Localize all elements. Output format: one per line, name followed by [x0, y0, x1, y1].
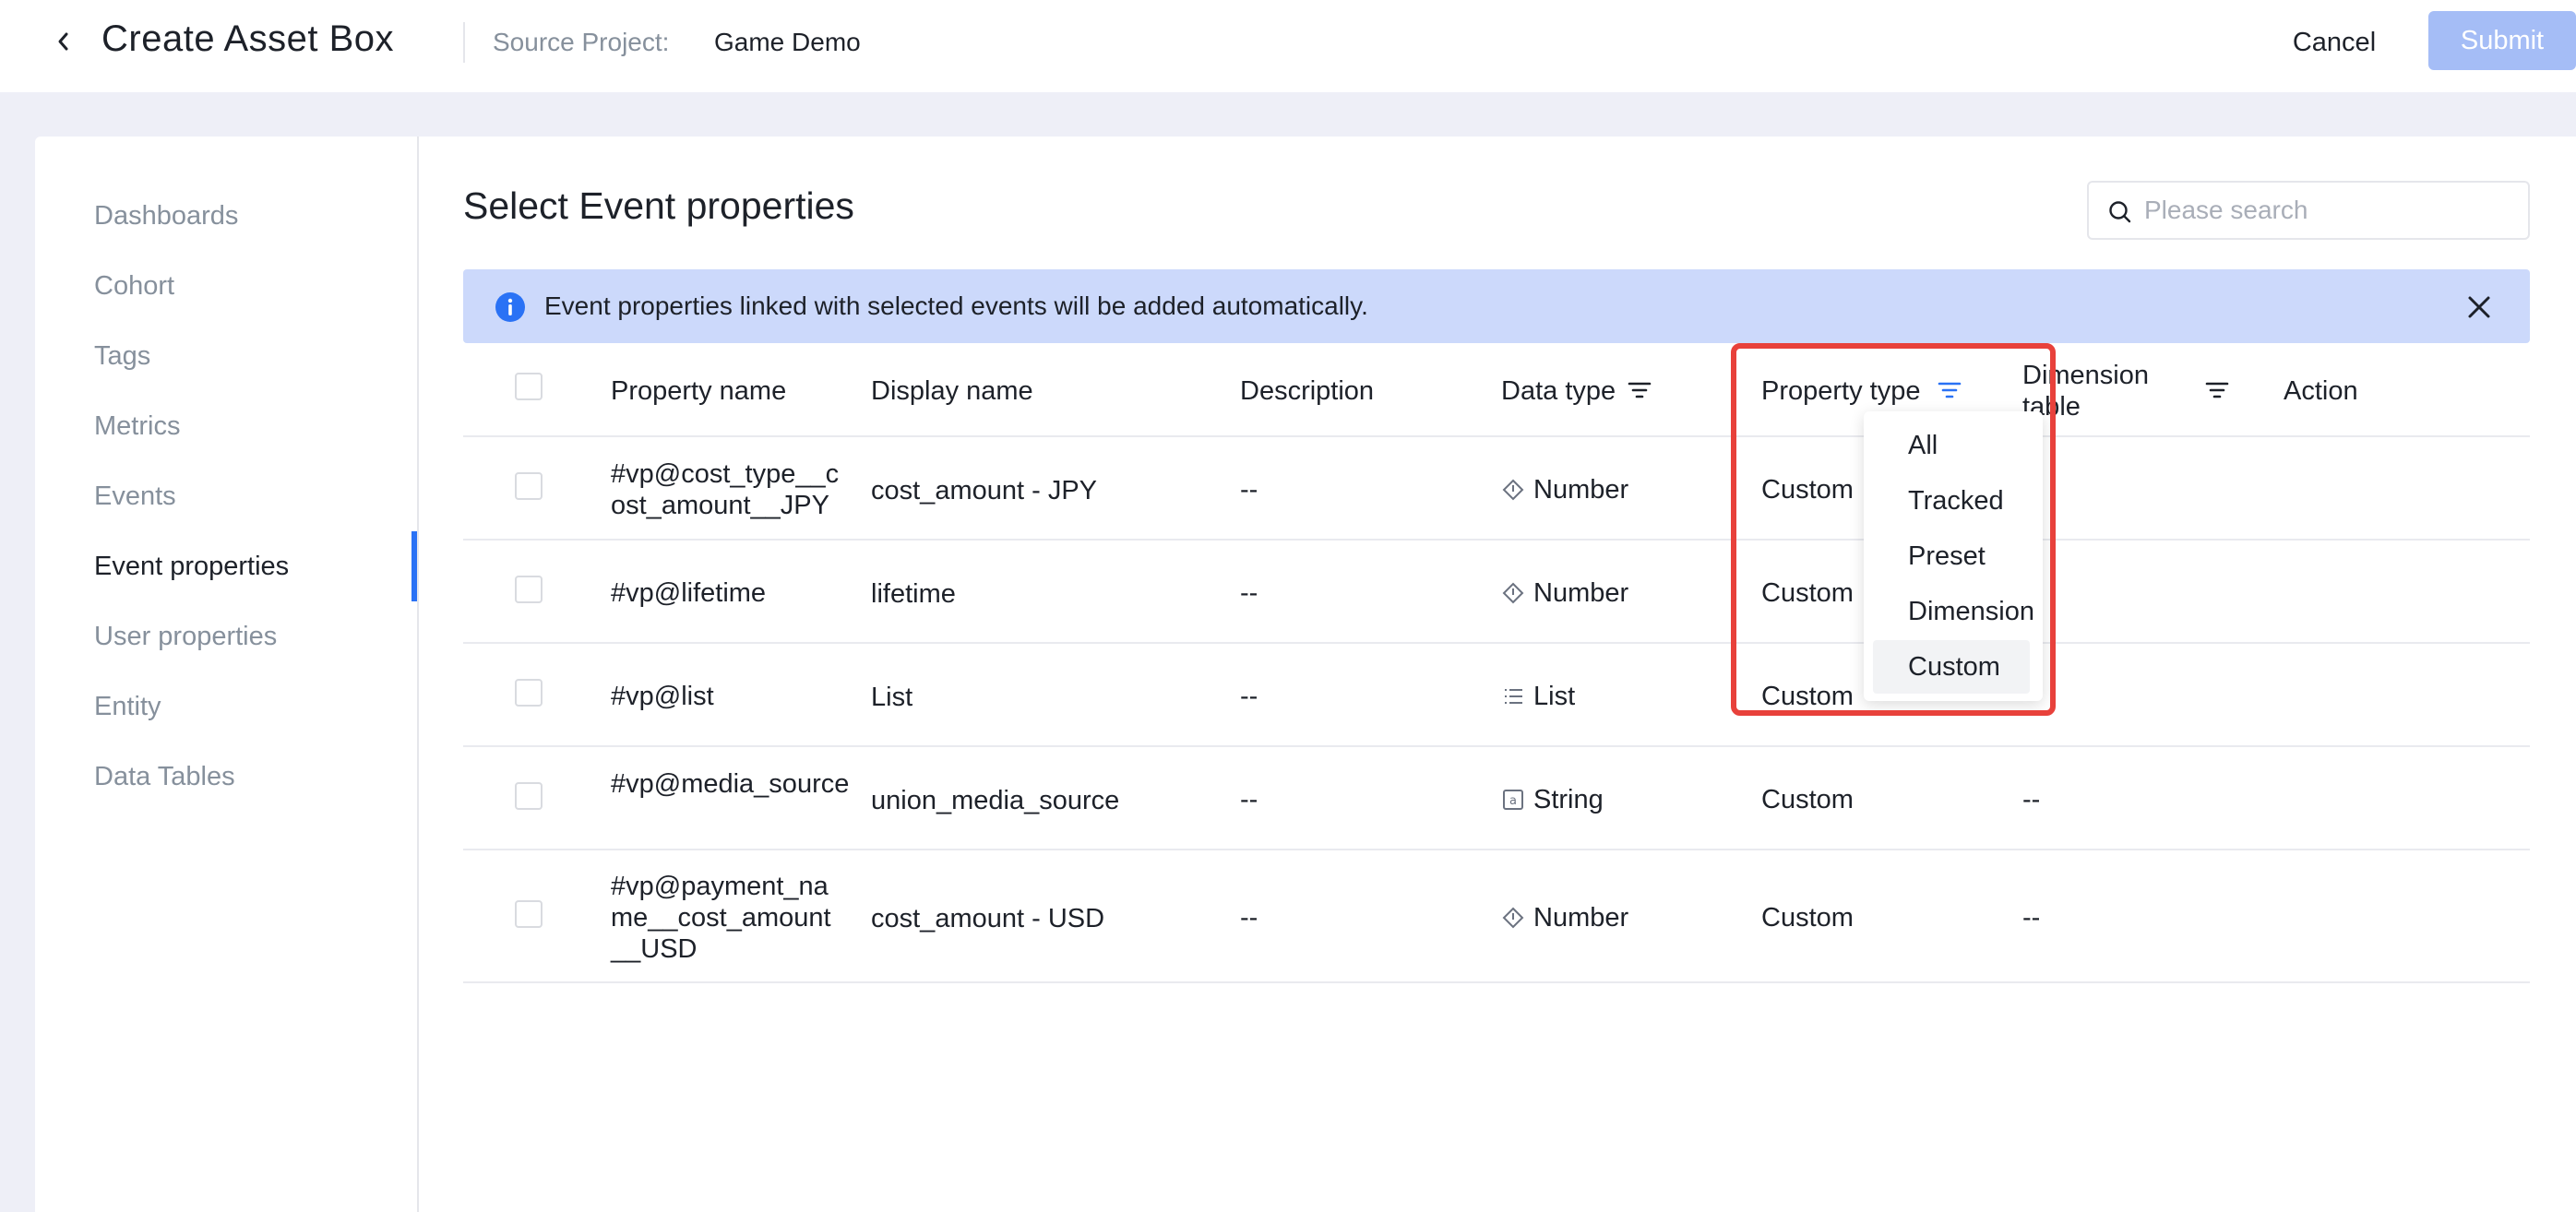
header-dimension-table: Dimension table — [2022, 361, 2149, 422]
row-property-type: Custom — [1761, 903, 1854, 933]
number-icon — [1502, 907, 1524, 929]
row-data-type: List — [1502, 681, 1575, 712]
row-data-type: Number — [1502, 474, 1628, 505]
row-divider — [463, 849, 2530, 850]
filter-option-all[interactable]: All — [1873, 419, 2030, 472]
select-all-checkbox[interactable] — [515, 373, 543, 400]
row-property-type: Custom — [1761, 578, 1854, 608]
row-dimension-table: -- — [2022, 785, 2041, 814]
filter-option-tracked[interactable]: Tracked — [1873, 474, 2030, 528]
row-divider — [463, 539, 2530, 541]
sidebar-item-user-properties[interactable]: User properties — [94, 622, 277, 652]
data-type-label: String — [1533, 785, 1604, 814]
back-button[interactable] — [52, 26, 74, 57]
sidebar-active-indicator — [411, 531, 417, 601]
row-display-name: cost_amount - JPY — [871, 476, 1097, 505]
row-data-type: Number — [1502, 902, 1628, 933]
source-project-value: Game Demo — [714, 28, 861, 56]
close-icon[interactable] — [2465, 293, 2493, 321]
row-checkbox[interactable] — [515, 900, 543, 928]
row-dimension-table: -- — [2022, 903, 2041, 933]
search-input[interactable] — [2144, 190, 2513, 231]
search-icon — [2109, 201, 2131, 223]
filter-option-custom[interactable]: Custom — [1873, 640, 2030, 694]
row-checkbox[interactable] — [515, 472, 543, 500]
row-checkbox[interactable] — [515, 576, 543, 603]
source-project-label: Source Project: — [493, 28, 670, 56]
row-description: -- — [1240, 785, 1258, 814]
data-type-label: List — [1533, 682, 1576, 711]
row-property-name: #vp@media_source — [611, 769, 850, 799]
header-divider — [463, 435, 2530, 437]
row-property-name: #vp@lifetime — [611, 578, 767, 608]
sidebar-item-data-tables[interactable]: Data Tables — [94, 762, 235, 792]
row-display-name: List — [871, 683, 913, 712]
row-property-name: #vp@list — [611, 682, 714, 711]
header-description: Description — [1240, 376, 1375, 406]
list-icon — [1505, 689, 1522, 704]
section-title: Select Event properties — [463, 184, 854, 227]
row-data-type: Number — [1502, 577, 1628, 609]
dimension-table-filter-icon[interactable] — [2205, 380, 2229, 400]
cancel-button[interactable]: Cancel — [2262, 17, 2406, 68]
row-property-name: #vp@payment_name__cost_amount__USD — [611, 872, 831, 964]
submit-button[interactable]: Submit — [2428, 11, 2576, 70]
row-property-type: Custom — [1761, 682, 1854, 711]
sidebar: Dashboards Cohort Tags Metrics Events Ev… — [35, 137, 419, 1212]
row-data-type: a String — [1502, 784, 1604, 815]
row-property-type: Custom — [1761, 785, 1854, 814]
row-description: -- — [1240, 903, 1258, 933]
row-display-name: lifetime — [871, 579, 956, 609]
search-box — [2087, 181, 2530, 240]
sidebar-item-cohort[interactable]: Cohort — [94, 271, 174, 302]
page-title: Create Asset Box — [101, 18, 395, 59]
title-divider — [463, 22, 465, 63]
top-bar: Create Asset Box Source Project: Game De… — [0, 0, 2576, 92]
row-checkbox[interactable] — [515, 679, 543, 707]
row-divider — [463, 642, 2530, 644]
string-icon: a — [1503, 790, 1523, 810]
data-type-filter-icon[interactable] — [1628, 380, 1652, 400]
header-data-type: Data type — [1501, 376, 1616, 406]
data-type-label: Number — [1533, 903, 1629, 933]
data-type-label: Number — [1533, 475, 1629, 505]
row-property-name: #vp@cost_type__cost_amount__JPY — [611, 459, 840, 520]
filter-option-preset[interactable]: Preset — [1873, 529, 2030, 583]
header-property-type: Property type — [1761, 376, 1921, 406]
sidebar-item-tags[interactable]: Tags — [94, 341, 150, 372]
header-display-name: Display name — [871, 376, 1033, 406]
filter-option-dimension[interactable]: Dimension — [1873, 585, 2034, 638]
chevron-left-icon — [58, 32, 68, 51]
svg-text:a: a — [1509, 794, 1517, 808]
row-display-name: union_media_source — [871, 786, 1120, 815]
row-description: -- — [1240, 475, 1258, 505]
sidebar-item-event-properties[interactable]: Event properties — [94, 552, 289, 582]
row-description: -- — [1240, 578, 1258, 608]
property-type-filter-icon[interactable] — [1938, 380, 1962, 400]
number-icon — [1502, 479, 1524, 501]
number-icon — [1502, 582, 1524, 604]
data-type-label: Number — [1533, 578, 1629, 608]
property-type-dropdown: All Tracked Preset Dimension Custom — [1864, 411, 2043, 701]
sidebar-item-metrics[interactable]: Metrics — [94, 411, 180, 442]
row-divider — [463, 981, 2530, 983]
notice-text: Event properties linked with selected ev… — [544, 291, 1368, 320]
sidebar-item-events[interactable]: Events — [94, 481, 176, 512]
row-display-name: cost_amount - USD — [871, 904, 1105, 933]
row-checkbox[interactable] — [515, 782, 543, 810]
row-description: -- — [1240, 682, 1258, 711]
row-property-type: Custom — [1761, 475, 1854, 505]
sidebar-item-dashboards[interactable]: Dashboards — [94, 201, 238, 232]
header-action: Action — [2284, 376, 2358, 406]
sidebar-item-entity[interactable]: Entity — [94, 692, 161, 722]
header-property-name: Property name — [611, 376, 787, 406]
info-notice: Event properties linked with selected ev… — [463, 269, 2530, 343]
row-divider — [463, 745, 2530, 747]
info-icon — [495, 292, 525, 322]
